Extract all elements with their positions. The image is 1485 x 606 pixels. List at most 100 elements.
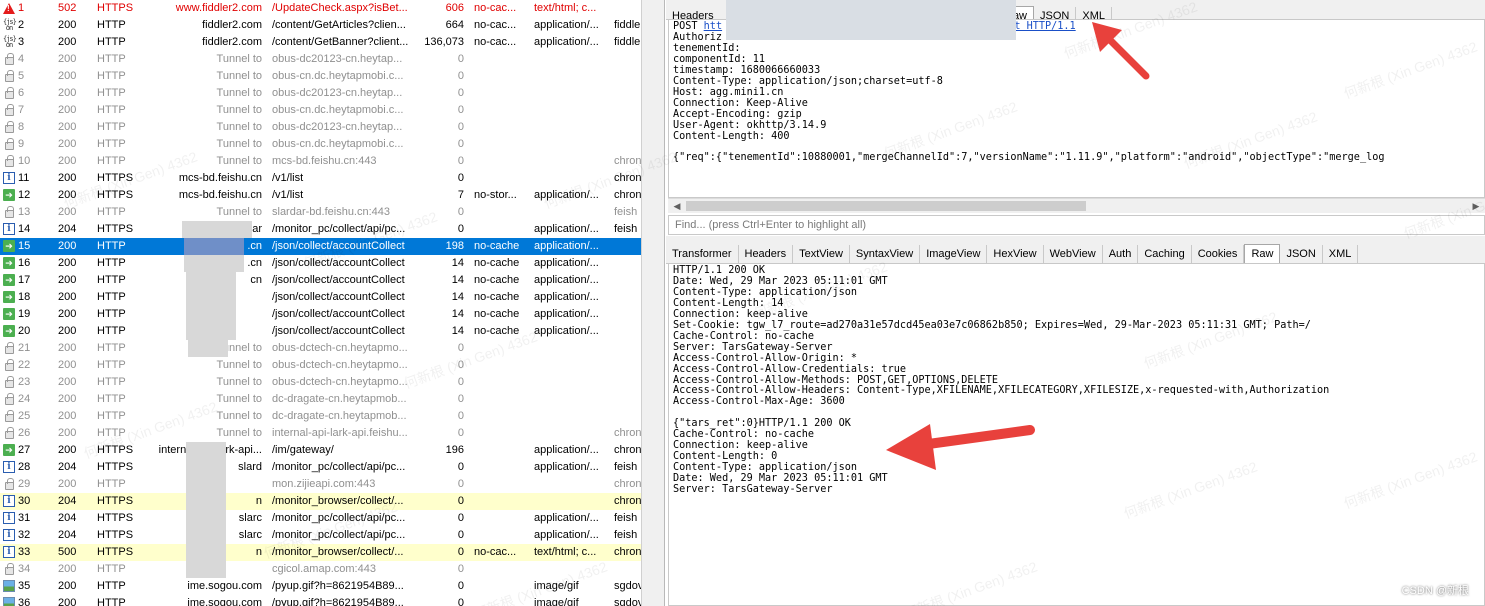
request-raw-line: User-Agent: okhttp/3.14.9 bbox=[673, 119, 827, 131]
session-host: Tunnel to bbox=[216, 206, 262, 218]
session-row[interactable]: 7 200 HTTP Tunnel to obus-cn.dc.heytapmobi.c… bbox=[0, 102, 641, 119]
session-ctype: application/... bbox=[534, 325, 599, 337]
tab-caching[interactable]: Caching bbox=[1138, 245, 1192, 263]
session-row[interactable]: i 28 204 HTTPS slard/monitor_pc/collect/api/… bbox=[0, 459, 641, 476]
session-icon-cell bbox=[3, 85, 17, 102]
session-row[interactable]: i 33 500 HTTPS n/monitor_browser/collect/...… bbox=[0, 544, 641, 561]
tab-auth[interactable]: Auth bbox=[1103, 245, 1139, 263]
session-body: 0 bbox=[457, 223, 464, 235]
response-raw-view[interactable]: HTTP/1.1 200 OK Date: Wed, 29 Mar 2023 05… bbox=[668, 264, 1485, 606]
tab-imageview[interactable]: ImageView bbox=[920, 245, 988, 263]
session-num: 1 bbox=[18, 2, 25, 14]
session-row[interactable]: 21 200 HTTP Tunnel to obus-dctech-cn.heytapm… bbox=[0, 340, 641, 357]
session-row[interactable]: 23 200 HTTP Tunnel to obus-dctech-cn.heytapm… bbox=[0, 374, 641, 391]
session-row[interactable]: 1 502 HTTPS www.fiddler2.com/UpdateCheck.as… bbox=[0, 0, 641, 17]
session-num: 30 bbox=[18, 495, 31, 507]
scroll-right-icon[interactable]: ▶ bbox=[1469, 199, 1483, 213]
inspector-divider[interactable] bbox=[666, 236, 1485, 244]
session-row[interactable]: ➔27200HTTPSinternal-api-lark-api.../im/g… bbox=[0, 442, 641, 459]
session-row[interactable]: 29 200 HTTP mon.zijieapi.com:443 0 chron bbox=[0, 476, 641, 493]
tab-headers[interactable]: Headers bbox=[739, 245, 794, 263]
tab-xml[interactable]: XML bbox=[1076, 7, 1112, 19]
request-horizontal-scrollbar[interactable]: ◀ ▶ bbox=[668, 198, 1485, 213]
session-row[interactable]: {js} on 3 200 HTTP fiddler2.com/content/GetBa… bbox=[0, 34, 641, 51]
session-row[interactable]: i 32 204 HTTPS slarc/monitor_pc/collect/api/… bbox=[0, 527, 641, 544]
session-row[interactable]: 10 200 HTTP Tunnel to mcs-bd.feishu.cn:443 0 c… bbox=[0, 153, 641, 170]
session-process: chron bbox=[614, 189, 641, 201]
tab-json[interactable]: JSON bbox=[1034, 7, 1077, 19]
session-row[interactable]: ➔ 18 200 HTTP/json/collect/accountCollect 14… bbox=[0, 289, 641, 306]
response-arrow-icon: ➔ bbox=[3, 325, 15, 337]
session-icon-cell bbox=[3, 153, 17, 170]
lock-icon bbox=[5, 70, 14, 82]
session-row[interactable]: 22 200 HTTP Tunnel to obus-dctech-cn.heytapm… bbox=[0, 357, 641, 374]
scroll-left-icon[interactable]: ◀ bbox=[670, 199, 684, 213]
session-body: 0 bbox=[457, 121, 464, 133]
session-row[interactable]: 6 200 HTTP Tunnel to obus-dc20123-cn.heytap.… bbox=[0, 85, 641, 102]
session-row[interactable]: ➔ 15 200 HTTP .cn/json/collect/accountCollec… bbox=[0, 238, 641, 255]
session-row[interactable]: i 30 204 HTTPS n/monitor_browser/collect/...… bbox=[0, 493, 641, 510]
session-row[interactable]: 26 200 HTTP Tunnel to internal-api-lark-api.… bbox=[0, 425, 641, 442]
session-row[interactable]: 25 200 HTTP Tunnel to dc-dragate-cn.heytapmo… bbox=[0, 408, 641, 425]
session-process: chron bbox=[614, 546, 641, 558]
find-input[interactable]: Find... (press Ctrl+Enter to highlight a… bbox=[668, 215, 1485, 235]
session-row[interactable]: ➔ 20 200 HTTP/json/collect/accountCollect 14… bbox=[0, 323, 641, 340]
session-result: 200 bbox=[58, 87, 77, 99]
tab-transformer[interactable]: Transformer bbox=[666, 245, 739, 263]
info-icon: i bbox=[3, 512, 15, 524]
session-row[interactable]: {js} on 2 200 HTTP fiddler2.com/content/GetAr… bbox=[0, 17, 641, 34]
session-row[interactable]: ➔ 17 200 HTTP cn/json/collect/accountCollect… bbox=[0, 272, 641, 289]
session-protocol: HTTP bbox=[97, 563, 126, 575]
session-row[interactable]: 4 200 HTTP Tunnel to obus-dc20123-cn.heytap.… bbox=[0, 51, 641, 68]
response-arrow-icon: ➔ bbox=[3, 240, 15, 252]
session-row[interactable]: i 14 204 HTTPS slar/monitor_pc/collect/api/p… bbox=[0, 221, 641, 238]
session-result: 200 bbox=[58, 325, 77, 337]
lock-icon bbox=[5, 393, 14, 405]
redaction-blur bbox=[186, 459, 226, 476]
session-ctype bbox=[534, 476, 606, 493]
tab-cookies[interactable]: Cookies bbox=[1192, 245, 1245, 263]
request-url-link[interactable]: htt bbox=[704, 21, 722, 32]
tab-raw[interactable]: Raw bbox=[1244, 244, 1281, 263]
tab-xml[interactable]: XML bbox=[1323, 245, 1359, 263]
session-process: chron bbox=[614, 495, 641, 507]
session-ctype bbox=[534, 391, 606, 408]
scroll-thumb[interactable] bbox=[686, 201, 1086, 211]
session-caching bbox=[474, 578, 530, 595]
session-row[interactable]: ➔ 16 200 HTTP .cn/json/collect/accountCollec… bbox=[0, 255, 641, 272]
session-row[interactable]: 24 200 HTTP Tunnel to dc-dragate-cn.heytapmo… bbox=[0, 391, 641, 408]
session-row[interactable]: 35 200 HTTP ime.sogou.com/pyup.gif?h=862195… bbox=[0, 578, 641, 595]
session-caching bbox=[474, 136, 530, 153]
session-row[interactable]: 8 200 HTTP Tunnel to obus-dc20123-cn.heytap.… bbox=[0, 119, 641, 136]
session-row[interactable]: ➔ 19 200 HTTP/json/collect/accountCollect 14… bbox=[0, 306, 641, 323]
session-row[interactable]: i 31 204 HTTPS slarc/monitor_pc/collect/api/… bbox=[0, 510, 641, 527]
session-ctype: application/... bbox=[534, 444, 599, 456]
lock-icon bbox=[5, 376, 14, 388]
pane-splitter[interactable] bbox=[641, 0, 665, 606]
tab-textview[interactable]: TextView bbox=[793, 245, 850, 263]
session-list[interactable]: 1502HTTPSwww.fiddler2.com/UpdateCheck.as… bbox=[0, 0, 641, 606]
session-url: /monitor_pc/collect/api/pc... bbox=[272, 529, 406, 541]
tab-json[interactable]: JSON bbox=[1280, 245, 1323, 263]
tab-webview[interactable]: WebView bbox=[1044, 245, 1103, 263]
tab-hexview[interactable]: HexView bbox=[987, 245, 1044, 263]
session-ctype bbox=[534, 340, 606, 357]
session-num: 26 bbox=[18, 427, 31, 439]
session-row[interactable]: 5 200 HTTP Tunnel to obus-cn.dc.heytapmobi.c… bbox=[0, 68, 641, 85]
session-host: Tunnel to bbox=[216, 138, 262, 150]
session-row[interactable]: 13 200 HTTP Tunnel to slardar-bd.feishu.cn:4… bbox=[0, 204, 641, 221]
session-result: 200 bbox=[58, 478, 77, 490]
session-url: /json/collect/accountCollect bbox=[272, 257, 405, 269]
session-url: /json/collect/accountCollect bbox=[272, 291, 405, 303]
session-row[interactable]: ➔ 12 200 HTTPS mcs-bd.feishu.cn/v1/list 7 no-s… bbox=[0, 187, 641, 204]
tab-headers[interactable]: Headers bbox=[666, 7, 728, 19]
session-row[interactable]: i 11 200 HTTPS mcs-bd.feishu.cn/v1/list 0 chro… bbox=[0, 170, 641, 187]
info-icon: i bbox=[3, 546, 15, 558]
session-row[interactable]: 9 200 HTTP Tunnel to obus-cn.dc.heytapmobi.c… bbox=[0, 136, 641, 153]
session-row[interactable]: 36 200 HTTP ime.sogou.com/pyup.gif?h=862195… bbox=[0, 595, 641, 606]
session-host: Tunnel to bbox=[216, 427, 262, 439]
csdn-credit: CSDN @新根 bbox=[1401, 585, 1469, 597]
tab-syntaxview[interactable]: SyntaxView bbox=[850, 245, 921, 263]
request-raw-view[interactable]: POST htt ect HTTP/1.1 Authoriz tenementId: … bbox=[668, 20, 1485, 198]
session-row[interactable]: 34 200 HTTP cgicol.amap.com:443 0 bbox=[0, 561, 641, 578]
